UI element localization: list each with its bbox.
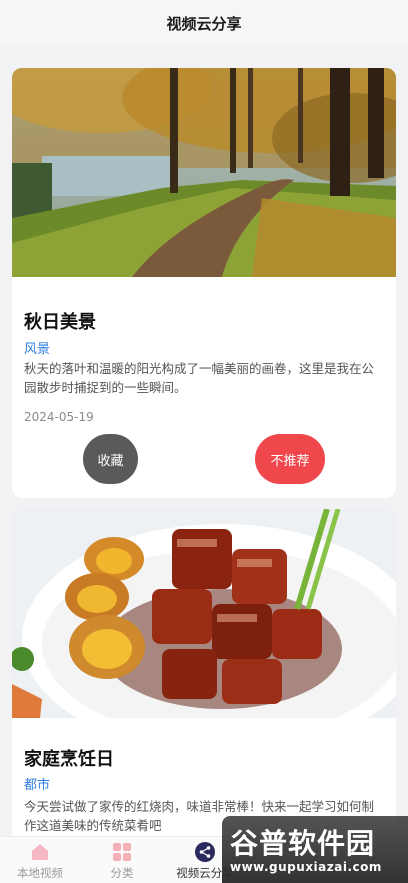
post-category[interactable]: 风景 bbox=[24, 338, 50, 357]
braised-pork-image[interactable] bbox=[12, 509, 396, 718]
post-title: 秋日美景 bbox=[24, 312, 96, 333]
tab-label: 本地视频 bbox=[17, 866, 63, 880]
post-card[interactable]: 家庭烹饪日 都市 今天尝试做了家传的红烧肉，味道非常棒！快来一起学习如何制作这道… bbox=[12, 509, 396, 836]
post-card[interactable]: 秋日美景 风景 秋天的落叶和温暖的阳光构成了一幅美丽的画卷，这里是我在公园散步时… bbox=[12, 68, 396, 498]
grid-icon bbox=[113, 843, 131, 861]
post-date: 2024-05-19 bbox=[24, 410, 94, 424]
post-description: 秋天的落叶和温暖的阳光构成了一幅美丽的画卷，这里是我在公园散步时捕捉到的一些瞬间… bbox=[24, 361, 375, 395]
tab-local-videos[interactable]: 本地视频 bbox=[0, 837, 80, 883]
post-category[interactable]: 都市 bbox=[24, 774, 50, 793]
video-feed[interactable]: 秋日美景 风景 秋天的落叶和温暖的阳光构成了一幅美丽的画卷，这里是我在公园散步时… bbox=[0, 46, 408, 836]
post-title: 家庭烹饪日 bbox=[24, 749, 114, 770]
tab-categories[interactable]: 分类 bbox=[82, 837, 162, 883]
tab-label: 分类 bbox=[110, 866, 134, 880]
app-header: 视频云分享 bbox=[0, 0, 408, 46]
watermark-logo: 谷普软件园 bbox=[230, 827, 376, 860]
share-icon bbox=[195, 842, 215, 862]
home-icon bbox=[32, 844, 48, 860]
favorite-button[interactable]: 收藏 bbox=[83, 434, 138, 484]
autumn-park-image[interactable] bbox=[12, 68, 396, 277]
not-recommend-button[interactable]: 不推荐 bbox=[255, 434, 325, 484]
watermark-url: www.gupuxiazai.com bbox=[230, 860, 382, 874]
page-title: 视频云分享 bbox=[166, 14, 242, 33]
site-watermark: 谷普软件园 www.gupuxiazai.com bbox=[222, 816, 408, 883]
